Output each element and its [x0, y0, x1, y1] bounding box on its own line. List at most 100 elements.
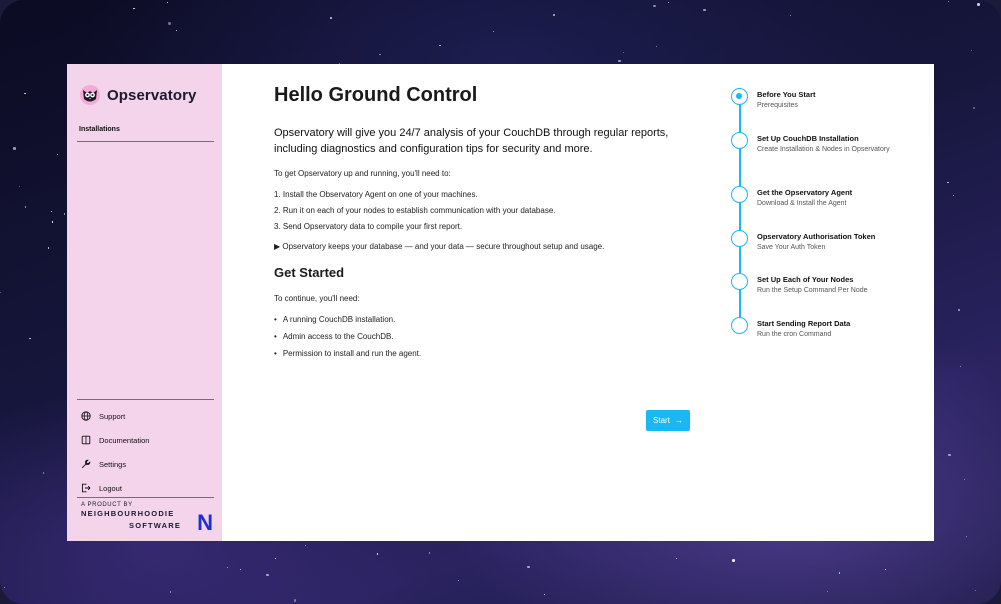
step-active-indicator — [731, 88, 748, 105]
star — [170, 591, 172, 593]
star — [24, 206, 26, 208]
continue-text: To continue, you'll need: — [274, 294, 360, 303]
star — [24, 92, 26, 94]
logout-icon — [82, 483, 91, 493]
star — [527, 565, 530, 569]
owl-logo-icon — [80, 85, 100, 105]
star — [618, 59, 621, 63]
step-subtitle: Create Installation & Nodes in Opservato… — [757, 146, 890, 153]
sidebar-divider — [77, 141, 214, 142]
star — [703, 8, 706, 12]
setup-steps-list: 1. Install the Observatory Agent on one … — [274, 190, 692, 231]
step-indicator — [731, 317, 748, 334]
brand[interactable]: Opservatory — [79, 84, 196, 106]
star — [656, 45, 658, 48]
star — [667, 1, 669, 3]
star — [959, 365, 961, 367]
star — [790, 14, 792, 16]
star — [51, 221, 53, 223]
sidebar: Opservatory Installations Support Docume… — [67, 64, 222, 541]
step-indicator — [731, 186, 748, 203]
wizard-step-setup-nodes[interactable]: Set Up Each of Your Nodes Run the Setup C… — [731, 273, 926, 296]
star — [377, 553, 379, 555]
intro-text: To get Opservatory up and running, you'l… — [274, 169, 451, 178]
star — [948, 1, 950, 3]
star — [972, 106, 976, 110]
star — [948, 453, 951, 457]
list-item: Permission to install and run the agent. — [274, 349, 692, 358]
star — [966, 536, 968, 538]
star — [827, 590, 829, 592]
intro-lead: Opservatory will give you 24/7 analysis … — [274, 127, 669, 155]
star — [457, 580, 459, 582]
producer-name-line2: SOFTWARE — [129, 521, 182, 530]
step-title: Set Up CouchDB Installation — [757, 134, 859, 143]
app-window: Opservatory Installations Support Docume… — [67, 64, 934, 541]
globe-icon — [81, 411, 91, 421]
star — [975, 590, 977, 592]
star — [56, 154, 58, 156]
producer-name-line1: NEIGHBOURHOODIE — [81, 509, 175, 518]
sidebar-divider — [77, 399, 214, 400]
list-item: 3. Send Opservatory data to compile your… — [274, 222, 463, 231]
start-button[interactable]: Start → — [646, 410, 690, 431]
star — [553, 14, 555, 16]
list-item: 2. Run it on each of your nodes to estab… — [274, 206, 556, 215]
step-title: Before You Start — [757, 90, 816, 99]
sidebar-item-installations[interactable]: Installations — [79, 126, 214, 133]
sidebar-item-settings[interactable]: Settings — [81, 452, 216, 476]
wizard-step-get-agent[interactable]: Get the Opservatory Agent Download & Inst… — [731, 186, 926, 209]
star — [885, 568, 887, 570]
step-indicator — [731, 273, 748, 290]
star — [226, 566, 229, 569]
sidebar-divider — [77, 497, 214, 498]
list-item: 1. Install the Observatory Agent on one … — [274, 190, 478, 199]
wrench-icon — [81, 459, 91, 469]
sidebar-item-support[interactable]: Support — [81, 404, 216, 428]
step-title: Set Up Each of Your Nodes — [757, 275, 854, 284]
step-title: Start Sending Report Data — [757, 319, 851, 328]
star — [166, 1, 169, 3]
sidebar-item-documentation[interactable]: Documentation — [81, 428, 216, 452]
get-started-heading: Get Started — [274, 265, 345, 280]
step-indicator — [731, 230, 748, 247]
list-item: Admin access to the CouchDB. — [274, 332, 692, 341]
wizard-step-before-you-start[interactable]: Before You Start Prerequisites — [731, 88, 926, 111]
star — [329, 16, 333, 19]
star — [274, 558, 277, 560]
star — [653, 4, 656, 8]
book-icon — [81, 435, 91, 445]
producer-credit[interactable]: A PRODUCT BY NEIGHBOURHOODIE SOFTWARE N — [81, 502, 213, 534]
wizard-step-auth-token[interactable]: Opservatory Authorisation Token Save Your… — [731, 230, 926, 253]
star — [977, 3, 980, 6]
star — [43, 472, 45, 474]
star — [379, 54, 381, 56]
sidebar-item-label: Support — [99, 411, 126, 421]
star — [838, 572, 840, 574]
list-item: A running CouchDB installation. — [274, 315, 692, 324]
star — [0, 292, 2, 294]
star — [675, 557, 677, 559]
star — [622, 51, 624, 53]
security-note-toggle[interactable]: ▶ Opservatory keeps your database — and … — [274, 242, 692, 251]
wizard-step-setup-couchdb[interactable]: Set Up CouchDB Installation Create Instal… — [731, 132, 926, 155]
star — [266, 573, 269, 577]
requirements-list: A running CouchDB installation. Admin ac… — [274, 315, 692, 358]
star — [47, 247, 49, 249]
star — [947, 182, 949, 184]
sidebar-item-label: Settings — [99, 459, 127, 469]
star — [19, 185, 21, 188]
star — [428, 552, 430, 554]
star — [732, 559, 735, 562]
step-subtitle: Prerequisites — [757, 102, 798, 109]
main-content: Hello Ground Control Opservatory will gi… — [222, 64, 692, 541]
star — [240, 569, 242, 571]
step-title: Get the Opservatory Agent — [757, 188, 853, 197]
star — [493, 31, 495, 33]
star — [168, 22, 171, 25]
step-subtitle: Run the Setup Command Per Node — [757, 287, 868, 294]
sidebar-nav: Support Documentation Settings Logout — [81, 404, 216, 500]
wizard-step-send-report[interactable]: Start Sending Report Data Run the cron Co… — [731, 317, 926, 340]
star — [953, 194, 955, 197]
star — [970, 49, 972, 51]
